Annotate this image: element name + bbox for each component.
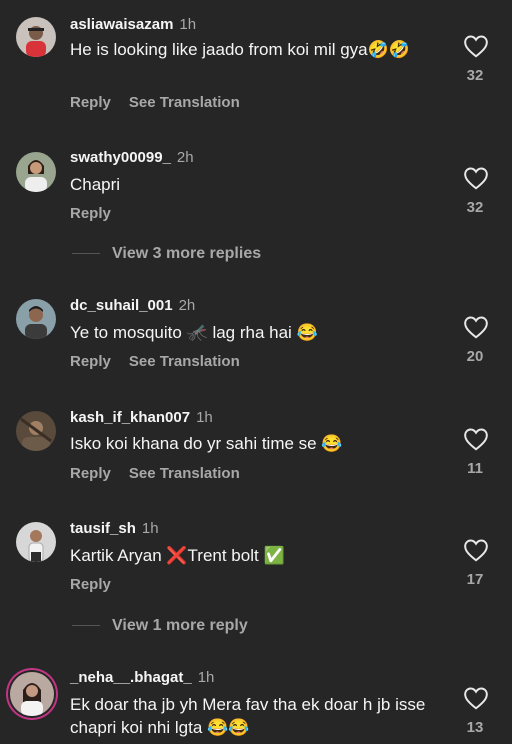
heart-icon[interactable]	[463, 427, 489, 451]
like-count: 13	[466, 719, 484, 736]
timestamp: 1h	[179, 16, 197, 33]
comment-text: He is looking like jaado from koi mil gy…	[70, 40, 410, 59]
comment-text: Kartik Aryan ❌Trent bolt ✅	[70, 546, 285, 565]
avatar[interactable]	[16, 411, 56, 451]
reply-button[interactable]: Reply	[70, 94, 111, 111]
comment-actions: Reply	[70, 576, 129, 593]
comment-header: dc_suhail_001 2h	[70, 297, 195, 314]
username[interactable]: _neha__.bhagat_	[70, 669, 192, 686]
heart-icon[interactable]	[463, 538, 489, 562]
see-translation-button[interactable]: See Translation	[129, 353, 240, 370]
heart-icon[interactable]	[463, 686, 489, 710]
comment-text: Ye to mosquito 🦟 lag rha hai 😂	[70, 323, 318, 342]
username[interactable]: swathy00099_	[70, 149, 171, 166]
timestamp: 1h	[197, 669, 215, 686]
comment-text: Isko koi khana do yr sahi time se 😂	[70, 434, 343, 453]
comment-header: asliawaisazam 1h	[70, 16, 196, 33]
comment-text: Chapri	[70, 175, 121, 194]
comment-actions: Reply See Translation	[70, 94, 258, 111]
reply-button[interactable]: Reply	[70, 465, 111, 482]
view-more-replies-button[interactable]: View 1 more reply	[72, 617, 248, 635]
like-count: 11	[467, 460, 483, 477]
timestamp: 2h	[178, 297, 196, 314]
like-count: 32	[466, 199, 484, 216]
avatar[interactable]	[16, 299, 56, 339]
avatar[interactable]	[16, 522, 56, 562]
username[interactable]: asliawaisazam	[70, 16, 173, 33]
like-count: 32	[466, 67, 484, 84]
comment-actions: Reply See Translation	[70, 353, 258, 370]
reply-button[interactable]: Reply	[70, 576, 111, 593]
avatar[interactable]	[16, 152, 56, 192]
timestamp: 2h	[176, 149, 194, 166]
see-translation-button[interactable]: See Translation	[129, 94, 240, 111]
timestamp: 1h	[141, 520, 159, 537]
comment-header: _neha__.bhagat_ 1h	[70, 669, 214, 686]
comment-header: kash_if_khan007 1h	[70, 409, 213, 426]
avatar[interactable]	[16, 17, 56, 57]
comment-text: Ek doar tha jb yh Mera fav tha ek doar h…	[70, 695, 426, 737]
avatar-story-ring[interactable]	[10, 672, 54, 716]
reply-button[interactable]: Reply	[70, 353, 111, 370]
heart-icon[interactable]	[463, 315, 489, 339]
username[interactable]: tausif_sh	[70, 520, 136, 537]
comment-header: swathy00099_ 2h	[70, 149, 194, 166]
see-translation-button[interactable]: See Translation	[129, 465, 240, 482]
comment-actions: Reply	[70, 205, 129, 222]
like-count: 17	[466, 571, 484, 588]
username[interactable]: dc_suhail_001	[70, 297, 173, 314]
view-more-replies-button[interactable]: View 3 more replies	[72, 245, 261, 263]
heart-icon[interactable]	[463, 34, 489, 58]
username[interactable]: kash_if_khan007	[70, 409, 190, 426]
heart-icon[interactable]	[463, 166, 489, 190]
comment-actions: Reply See Translation	[70, 465, 258, 482]
reply-button[interactable]: Reply	[70, 205, 111, 222]
like-count: 20	[466, 348, 484, 365]
comment-header: tausif_sh 1h	[70, 520, 159, 537]
timestamp: 1h	[196, 409, 213, 426]
